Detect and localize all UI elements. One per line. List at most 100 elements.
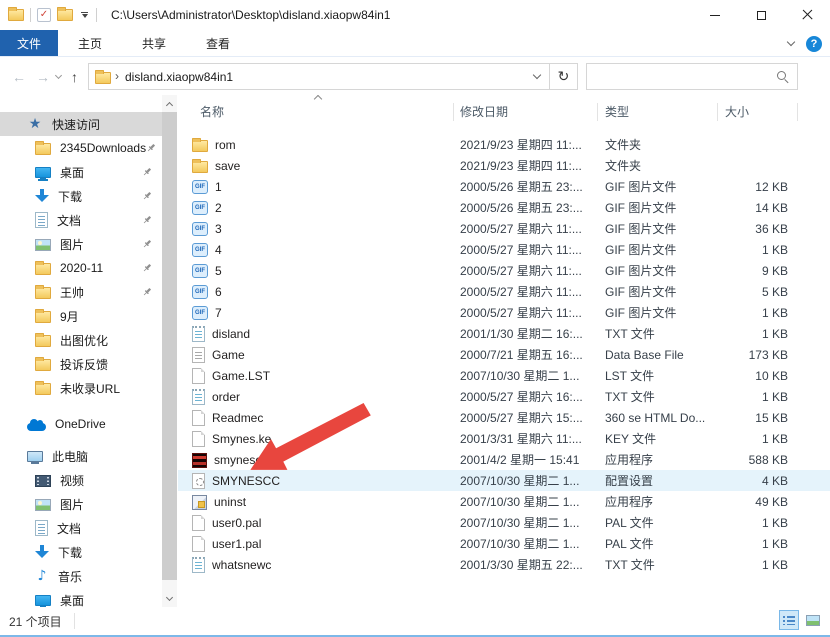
sidebar-item[interactable]: ♪音乐: [0, 564, 162, 588]
sidebar-item-this-pc[interactable]: 此电脑: [0, 444, 162, 468]
refresh-button[interactable]: ↻: [550, 63, 578, 90]
search-input[interactable]: [586, 63, 798, 90]
up-button[interactable]: ↑: [71, 69, 78, 85]
column-divider[interactable]: [597, 103, 598, 121]
file-type-cell: 360 se HTML Do...: [597, 411, 717, 425]
tab-home[interactable]: 主页: [58, 30, 122, 56]
sidebar-item-label: 视频: [60, 472, 84, 489]
breadcrumb[interactable]: › disland.xiaopw84in1: [88, 63, 550, 90]
sidebar-item[interactable]: 文档: [0, 208, 162, 232]
file-row[interactable]: whatsnewc2001/3/30 星期五 22:...TXT 文件1 KB: [178, 554, 830, 575]
pin-icon: [142, 287, 152, 297]
status-bar: 21 个项目: [0, 607, 830, 635]
file-name-cell: uninst: [178, 494, 453, 510]
txt-icon: [192, 557, 205, 573]
sidebar-item[interactable]: 出图优化: [0, 328, 162, 352]
sidebar-item[interactable]: 未收录URL: [0, 376, 162, 400]
minimize-button[interactable]: [692, 0, 738, 30]
file-row[interactable]: save2021/9/23 星期四 11:...文件夹: [178, 155, 830, 176]
sidebar-item[interactable]: 2020-11: [0, 256, 162, 280]
sidebar-item[interactable]: 投诉反馈: [0, 352, 162, 376]
sidebar-item[interactable]: 下载: [0, 540, 162, 564]
file-row[interactable]: SMYNESCC2007/10/30 星期二 1...配置设置4 KB: [178, 470, 830, 491]
breadcrumb-folder-icon: [95, 72, 111, 84]
sidebar-item[interactable]: 下载: [0, 184, 162, 208]
forward-button[interactable]: →: [36, 69, 50, 85]
file-row[interactable]: GIF22000/5/26 星期五 23:...GIF 图片文件14 KB: [178, 197, 830, 218]
tab-file[interactable]: 文件: [0, 30, 58, 56]
file-row[interactable]: smynesc2001/4/2 星期一 15:41应用程序588 KB: [178, 449, 830, 470]
sidebar-item[interactable]: 图片: [0, 492, 162, 516]
page-icon: [192, 515, 205, 531]
file-name-cell: user0.pal: [178, 515, 453, 531]
file-name: user0.pal: [212, 516, 261, 530]
expand-ribbon-icon[interactable]: [787, 38, 795, 46]
tab-view[interactable]: 查看: [186, 30, 250, 56]
column-divider[interactable]: [797, 103, 798, 121]
sidebar-item[interactable]: 文档: [0, 516, 162, 540]
file-size-cell: 1 KB: [717, 432, 802, 446]
file-row[interactable]: order2000/5/27 星期六 16:...TXT 文件1 KB: [178, 386, 830, 407]
file-row[interactable]: uninst2007/10/30 星期二 1...应用程序49 KB: [178, 491, 830, 512]
sidebar-item[interactable]: 9月: [0, 304, 162, 328]
file-row[interactable]: Game2000/7/21 星期五 16:...Data Base File17…: [178, 344, 830, 365]
sidebar-scrollbar[interactable]: [162, 95, 177, 607]
column-header-size[interactable]: 大小: [725, 103, 749, 120]
sidebar-item[interactable]: 桌面: [0, 588, 162, 607]
file-type-cell: PAL 文件: [597, 514, 717, 531]
file-row[interactable]: rom2021/9/23 星期四 11:...文件夹: [178, 134, 830, 155]
file-date-cell: 2000/5/27 星期六 11:...: [453, 304, 597, 321]
file-row[interactable]: Readmec2000/5/27 星期六 15:...360 se HTML D…: [178, 407, 830, 428]
sidebar-item[interactable]: 王帅: [0, 280, 162, 304]
tab-share[interactable]: 共享: [122, 30, 186, 56]
file-row[interactable]: GIF62000/5/27 星期六 11:...GIF 图片文件5 KB: [178, 281, 830, 302]
close-button[interactable]: [784, 0, 830, 30]
sidebar-item-quick-access[interactable]: ★ 快速访问: [0, 112, 162, 136]
main-area: ★ 快速访问 2345Downloads桌面下载文档图片2020-11王帅9月出…: [0, 95, 830, 607]
column-divider[interactable]: [453, 103, 454, 121]
explorer-window: ✓ C:\Users\Administrator\Desktop\disland…: [0, 0, 830, 637]
new-folder-icon[interactable]: [57, 9, 73, 21]
file-type-cell: 应用程序: [597, 493, 717, 510]
properties-check-icon[interactable]: ✓: [37, 8, 51, 22]
scroll-down-icon[interactable]: [162, 591, 177, 606]
file-list: 名称 修改日期 类型 大小 rom2021/9/23 星期四 11:...文件夹…: [178, 95, 830, 607]
file-row[interactable]: GIF72000/5/27 星期六 11:...GIF 图片文件1 KB: [178, 302, 830, 323]
sidebar-item-onedrive[interactable]: OneDrive: [0, 412, 162, 436]
file-row[interactable]: GIF52000/5/27 星期六 11:...GIF 图片文件9 KB: [178, 260, 830, 281]
column-header-name[interactable]: 名称: [200, 103, 224, 120]
breadcrumb-dropdown-icon[interactable]: [533, 71, 541, 79]
file-type-cell: 文件夹: [597, 157, 717, 174]
recent-locations-icon[interactable]: [55, 72, 62, 79]
details-view-button[interactable]: [779, 610, 799, 630]
sidebar-item[interactable]: 桌面: [0, 160, 162, 184]
file-row[interactable]: GIF42000/5/27 星期六 11:...GIF 图片文件1 KB: [178, 239, 830, 260]
sidebar-item-label: 文档: [57, 520, 81, 537]
breadcrumb-folder-name[interactable]: disland.xiaopw84in1: [125, 70, 233, 84]
sidebar-item[interactable]: 视频: [0, 468, 162, 492]
column-divider[interactable]: [717, 103, 718, 121]
thumbnails-view-button[interactable]: [803, 610, 823, 630]
maximize-button[interactable]: [738, 0, 784, 30]
file-row[interactable]: Smynes.ke2001/3/31 星期六 11:...KEY 文件1 KB: [178, 428, 830, 449]
customize-toolbar-dropdown-icon[interactable]: [79, 12, 90, 18]
file-row[interactable]: disland2001/1/30 星期二 16:...TXT 文件1 KB: [178, 323, 830, 344]
scroll-up-icon[interactable]: [162, 96, 177, 111]
scrollbar-thumb[interactable]: [162, 112, 177, 580]
sidebar-item[interactable]: 图片: [0, 232, 162, 256]
column-header-type[interactable]: 类型: [605, 103, 629, 120]
sidebar-item-label: 投诉反馈: [60, 356, 108, 373]
thumbnails-view-icon: [806, 615, 820, 626]
file-row[interactable]: user0.pal2007/10/30 星期二 1...PAL 文件1 KB: [178, 512, 830, 533]
column-header-date[interactable]: 修改日期: [460, 103, 508, 120]
sidebar-item[interactable]: 2345Downloads: [0, 136, 162, 160]
file-row[interactable]: Game.LST2007/10/30 星期二 1...LST 文件10 KB: [178, 365, 830, 386]
back-button[interactable]: ←: [12, 69, 26, 85]
help-icon[interactable]: ?: [806, 36, 822, 52]
file-name-cell: Readmec: [178, 410, 453, 426]
file-row[interactable]: user1.pal2007/10/30 星期二 1...PAL 文件1 KB: [178, 533, 830, 554]
file-size-cell: 1 KB: [717, 390, 802, 404]
file-date-cell: 2000/5/27 星期六 11:...: [453, 241, 597, 258]
file-row[interactable]: GIF12000/5/26 星期五 23:...GIF 图片文件12 KB: [178, 176, 830, 197]
file-row[interactable]: GIF32000/5/27 星期六 11:...GIF 图片文件36 KB: [178, 218, 830, 239]
